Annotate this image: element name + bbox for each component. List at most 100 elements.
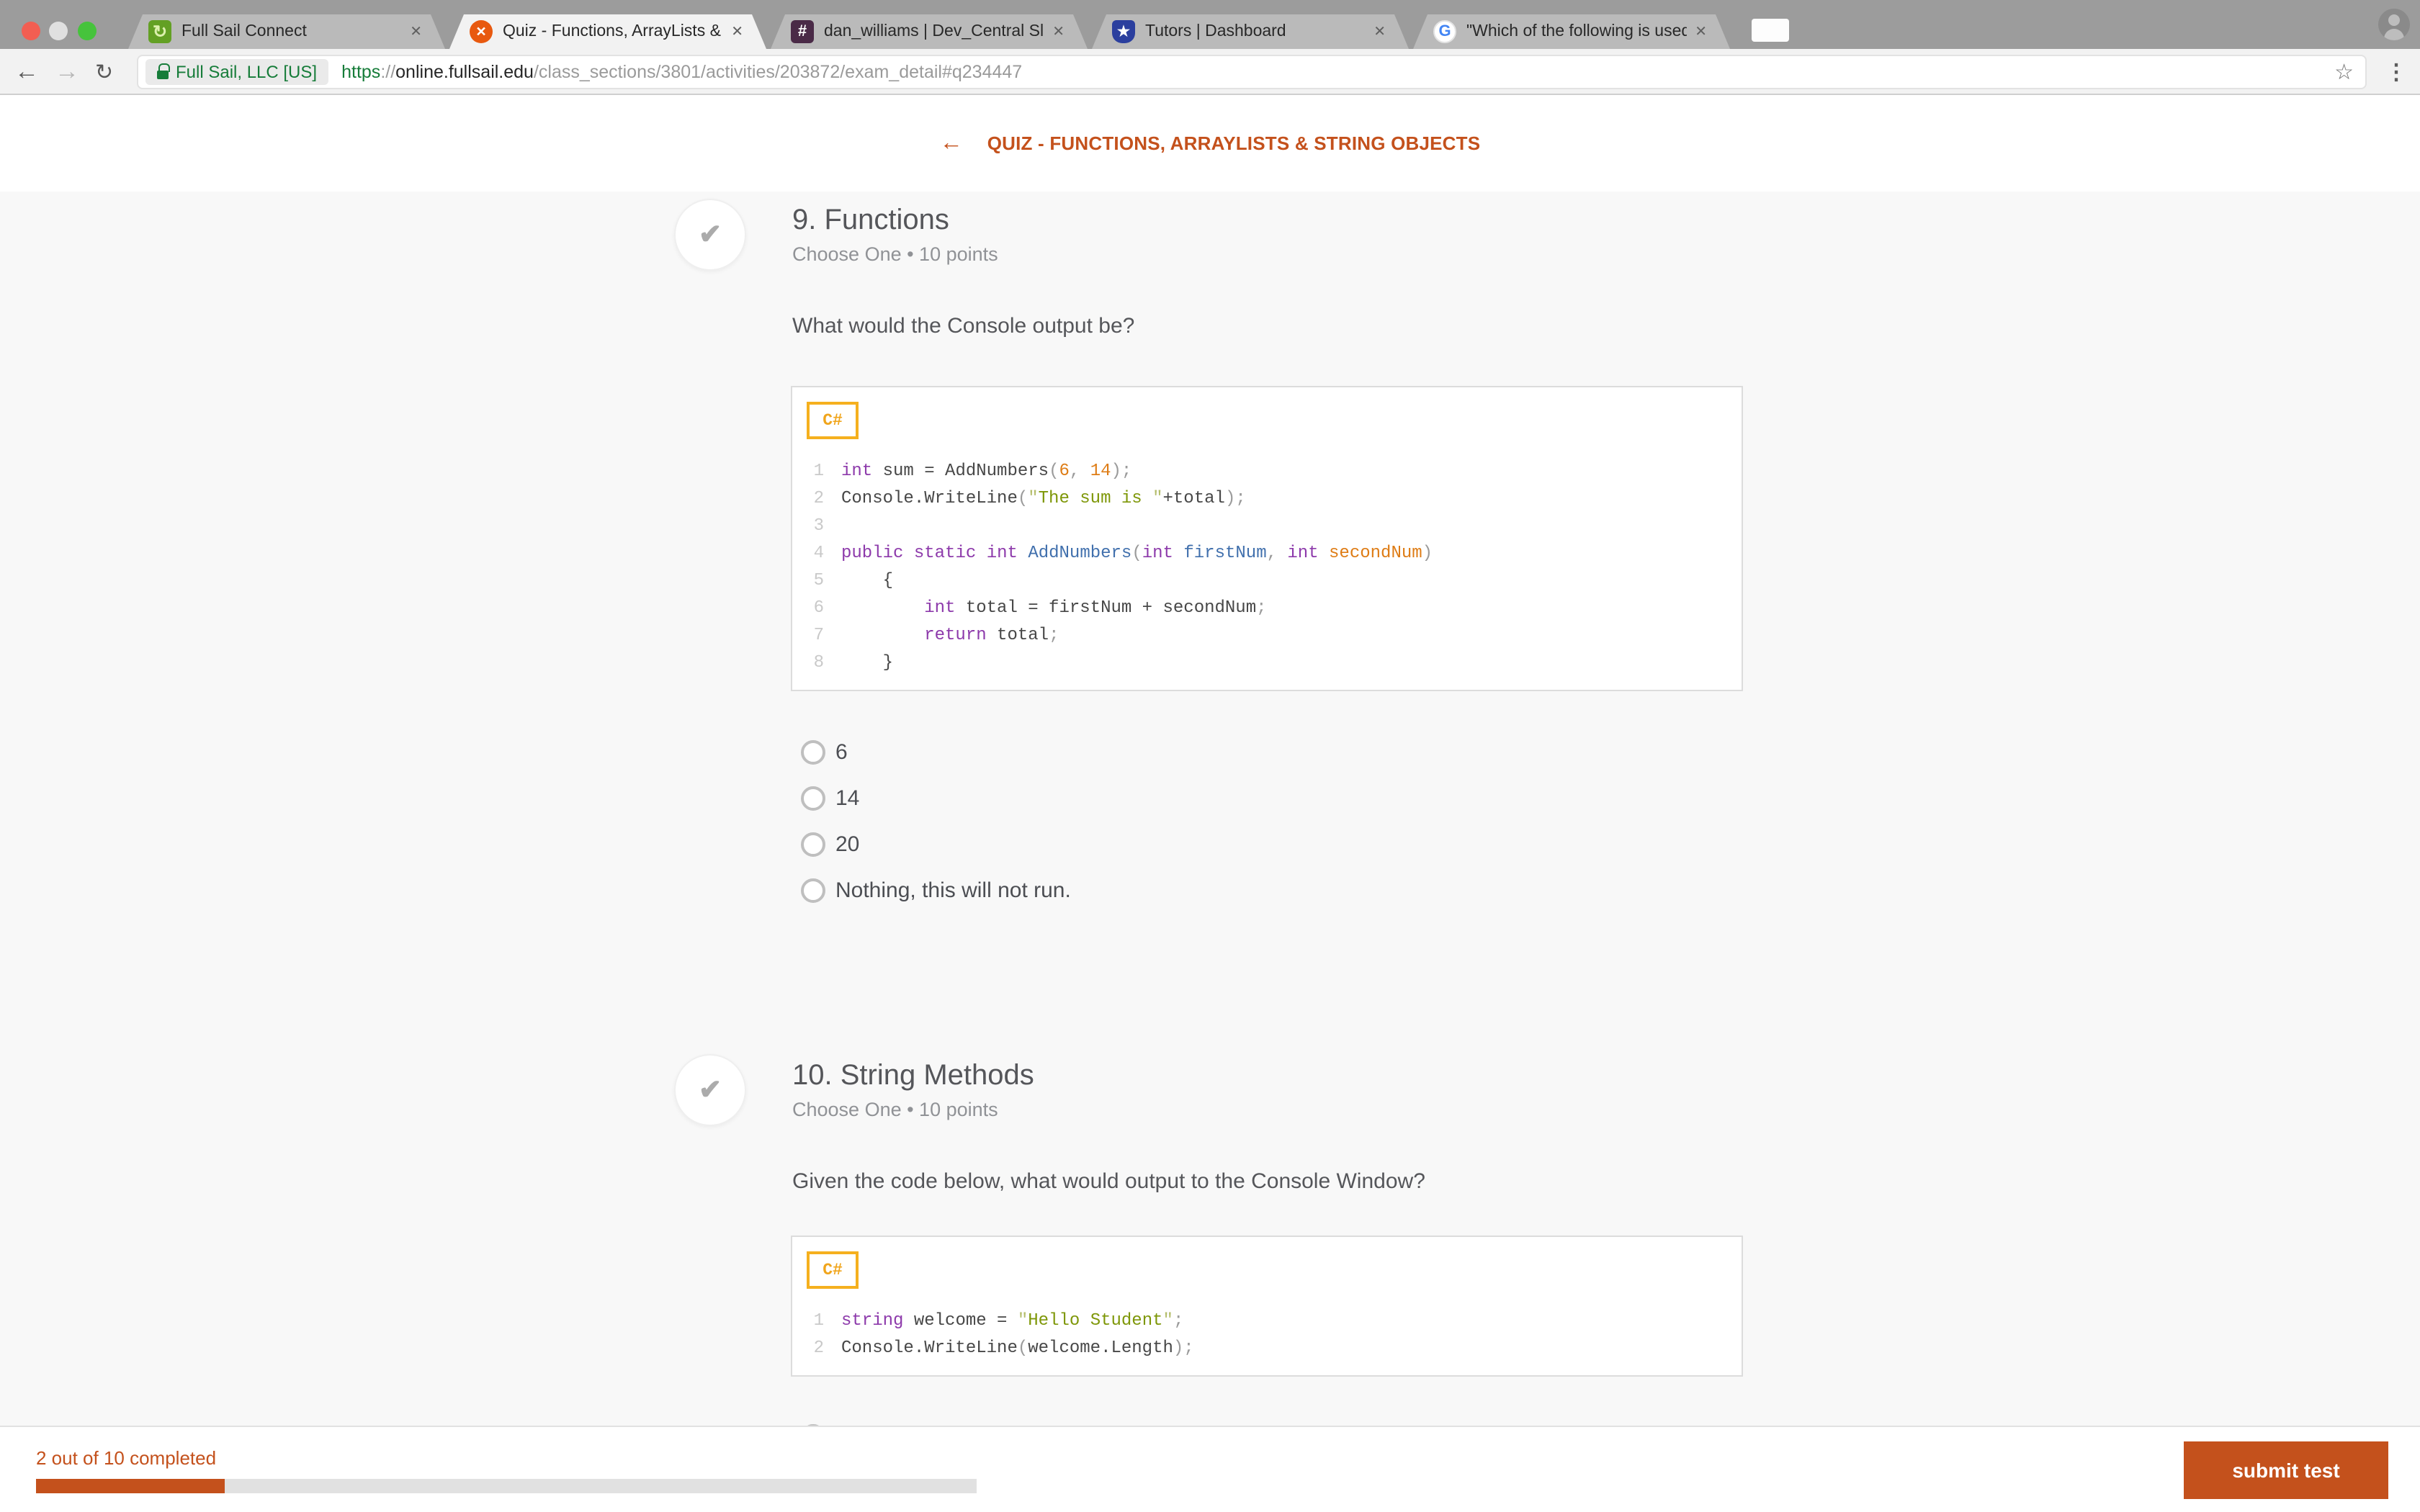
code-line: 8 } [798,648,1742,675]
option-label: 20 [835,832,860,856]
line-text: int total = firstNum + secondNum; [924,597,1267,617]
tab-close-icon[interactable]: ✕ [731,24,743,40]
tab-close-icon[interactable]: ✕ [410,24,422,40]
forward-button-icon[interactable]: → [55,49,79,95]
answer-option[interactable]: 20 [801,828,859,860]
question-text: Given the code below, what would output … [792,1169,1425,1194]
line-text: Console.WriteLine(welcome.Length); [841,1337,1194,1357]
code-language-badge: C# [807,1251,859,1289]
check-icon: ✔ [699,1075,722,1105]
answer-option[interactable]: 14 [801,782,859,814]
browser-tab[interactable]: ✕ Quiz - Functions, ArrayLists & ✕ [449,14,766,49]
address-bar[interactable]: Full Sail, LLC [US] https://online.fulls… [137,55,2367,89]
tab-close-icon[interactable]: ✕ [1052,24,1065,40]
tutors-shield-favicon-icon: ★ [1112,20,1135,43]
radio-button[interactable] [801,786,825,810]
browser-tab[interactable]: G "Which of the following is used ✕ [1413,14,1730,49]
quiz-header: ← QUIZ - FUNCTIONS, ARRAYLISTS & STRING … [0,95,2420,192]
code-line: 2 Console.WriteLine(welcome.Length); [798,1333,1742,1361]
line-number: 4 [813,542,824,562]
option-label: 14 [835,786,860,810]
question-text: What would the Console output be? [792,314,1135,338]
fullsail-connect-favicon-icon: ↻ [148,20,171,43]
question-status-icon: ✔ [674,1054,746,1126]
security-chip-label: Full Sail, LLC [US] [176,62,318,82]
line-text: { [841,570,894,590]
quiz-footer: 2 out of 10 completed submit test [0,1426,2420,1512]
line-number: 2 [813,1337,824,1357]
url-path: /class_sections/3801/activities/203872/e… [533,62,1023,82]
progress-fill [36,1479,225,1493]
tab-title: dan_williams | Dev_Central Slac [824,23,1044,40]
option-label: Nothing, this will not run. [835,878,1071,902]
tab-strip: ↻ Full Sail Connect ✕ ✕ Quiz - Functions, Ar… [128,14,1730,49]
option-label: 6 [835,739,848,764]
question-status-icon: ✔ [674,199,746,271]
line-number: 2 [813,487,824,508]
browser-window: ↻ Full Sail Connect ✕ ✕ Quiz - Functions, Ar… [0,0,2420,1512]
line-text: int sum = AddNumbers(6, 14); [841,460,1132,480]
back-button-icon[interactable]: ← [14,49,39,95]
url-separator: :// [380,62,396,82]
code-line: 3 [798,511,1742,539]
code-lines: 1 int sum = AddNumbers(6, 14); 2 Console.Wr… [792,387,1742,690]
window-minimize-button[interactable] [49,22,68,40]
code-line: 5 { [798,566,1742,593]
browser-tab[interactable]: ★ Tutors | Dashboard ✕ [1092,14,1409,49]
tab-title: Full Sail Connect [182,23,307,40]
radio-button[interactable] [801,832,825,856]
progress-label: 2 out of 10 completed [36,1447,217,1469]
question-title: 10. String Methods [792,1060,1034,1092]
line-number: 6 [813,597,824,617]
line-text: } [841,652,894,672]
fullsail-quiz-favicon-icon: ✕ [470,20,493,43]
code-line: 6 int total = firstNum + secondNum; [798,593,1742,621]
tab-close-icon[interactable]: ✕ [1373,24,1386,40]
code-language-badge: C# [807,402,859,439]
question-title: 9. Functions [792,204,949,236]
browser-tab[interactable]: # dan_williams | Dev_Central Slac ✕ [771,14,1088,49]
new-tab-button[interactable] [1752,19,1789,42]
line-text: public static int AddNumbers(int firstNu… [841,542,1433,562]
google-favicon-icon: G [1433,20,1456,43]
line-text: string welcome = "Hello Student"; [841,1310,1184,1330]
quiz-back-arrow-icon[interactable]: ← [940,130,963,156]
url-host: online.fullsail.edu [395,62,534,82]
browser-menu-icon[interactable]: ⋮ [2385,49,2407,95]
reload-button-icon[interactable]: ↻ [95,49,113,95]
progress-bar [36,1479,977,1493]
line-number: 8 [813,652,824,672]
line-number: 1 [813,460,824,480]
quiz-content: ✔ 9. Functions Choose One • 10 points What … [0,192,2420,1512]
window-close-button[interactable] [22,22,40,40]
url-text: https://online.fullsail.edu/class_sectio… [341,62,2334,82]
browser-tab[interactable]: ↻ Full Sail Connect ✕ [128,14,445,49]
security-chip[interactable]: Full Sail, LLC [US] [145,59,329,85]
code-line: 7 return total; [798,621,1742,648]
line-number: 5 [813,570,824,590]
tab-close-icon[interactable]: ✕ [1695,24,1707,40]
question-meta: Choose One • 10 points [792,1099,998,1120]
answer-option[interactable]: Nothing, this will not run. [801,874,1071,906]
tab-title: Tutors | Dashboard [1145,23,1286,40]
lock-icon [157,63,170,78]
radio-button[interactable] [801,878,825,902]
question-meta: Choose One • 10 points [792,243,998,265]
line-number: 1 [813,1310,824,1330]
code-line: 4 public static int AddNumbers(int firstN… [798,539,1742,566]
code-line: 1 int sum = AddNumbers(6, 14); [798,456,1742,484]
code-block: C# 1 string welcome = "Hello Student"; 2 Con… [791,1236,1743,1377]
profile-avatar-icon[interactable] [2378,9,2410,40]
browser-toolbar: ← → ↻ Full Sail, LLC [US] https://online… [0,49,2420,95]
code-line: 2 Console.WriteLine("The sum is "+total); [798,484,1742,511]
radio-button[interactable] [801,739,825,764]
bookmark-star-icon[interactable]: ☆ [2334,59,2354,85]
quiz-title: QUIZ - FUNCTIONS, ARRAYLISTS & STRING OB… [987,132,1481,154]
answer-option[interactable]: 6 [801,736,848,768]
slack-favicon-icon: # [791,20,814,43]
line-text: return total; [924,624,1059,644]
code-block: C# 1 int sum = AddNumbers(6, 14); 2 Console.… [791,386,1743,691]
window-zoom-button[interactable] [78,22,97,40]
tab-title: Quiz - Functions, ArrayLists & [503,23,721,40]
submit-test-button[interactable]: submit test [2184,1441,2388,1499]
